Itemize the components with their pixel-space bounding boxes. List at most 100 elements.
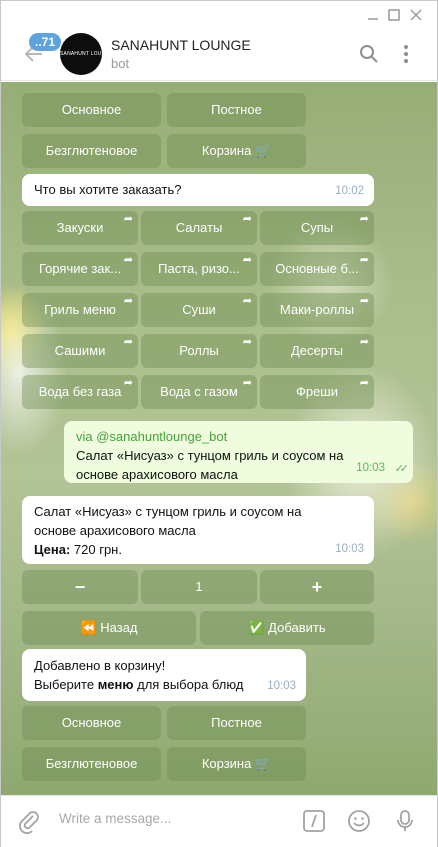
back-kb-button[interactable]: ⏪ Назад <box>22 611 196 645</box>
kb-button-lenten[interactable]: Постное <box>167 93 306 127</box>
share-arrow-icon: ➦ <box>123 295 133 307</box>
search-button[interactable] <box>358 43 380 65</box>
message-incoming: Салат «Нисуаз» с тунцом гриль и соусом н… <box>22 496 374 564</box>
kb-button-category[interactable]: Паста, ризо... ➦ <box>141 252 257 286</box>
kb-button-category[interactable]: Закуски ➦ <box>22 211 138 245</box>
kb-button-category[interactable]: Горячие зак... ➦ <box>22 252 138 286</box>
kb-button-category[interactable]: Супы ➦ <box>260 211 374 245</box>
kb-button-category[interactable]: Маки-роллы ➦ <box>260 293 374 327</box>
share-arrow-icon: ➦ <box>242 377 252 389</box>
kb-button-category[interactable]: Суши ➦ <box>141 293 257 327</box>
kb-label: Маки-роллы <box>279 302 355 317</box>
kb-label: Вода с газом <box>160 384 238 399</box>
chat-subtitle: bot <box>111 56 130 71</box>
kb-label: Фреши <box>295 384 339 399</box>
kb-button-main[interactable]: Основное <box>22 706 161 740</box>
message-incoming: Что вы хотите заказать? 10:02 <box>22 174 374 206</box>
message-time: 10:03 <box>335 543 364 555</box>
message-line: Салат «Нисуаз» с тунцом гриль и соусом н… <box>34 504 302 519</box>
emoji-button[interactable] <box>346 808 372 834</box>
kb-button-category[interactable]: Сашими ➦ <box>22 334 138 368</box>
smiley-icon <box>348 810 370 832</box>
kb-label: Паста, ризо... <box>158 261 240 276</box>
kb-label: Вода без газа <box>38 384 122 399</box>
kb-button-gluten-free[interactable]: Безглютеновое <box>22 134 161 168</box>
price-label: Цена: <box>34 542 71 557</box>
search-icon <box>360 45 378 63</box>
kb-button-main[interactable]: Основное <box>22 93 161 127</box>
kb-button-category[interactable]: Роллы ➦ <box>141 334 257 368</box>
message-text: Что вы хотите заказать? <box>34 182 182 197</box>
minimize-icon <box>368 18 378 20</box>
message-line: основе арахисового масла <box>76 467 238 482</box>
menu-keyword: меню <box>97 677 134 692</box>
kb-button-cart[interactable]: Корзина 🛒 <box>167 747 306 781</box>
kb-button-category[interactable]: Основные б... ➦ <box>260 252 374 286</box>
voice-message-button[interactable] <box>392 808 418 834</box>
kb-label: Гриль меню <box>44 302 116 317</box>
message-outgoing: via @sanahuntlounge_bot Салат «Нисуаз» с… <box>64 421 413 483</box>
kb-button-category[interactable]: Салаты ➦ <box>141 211 257 245</box>
kb-label: Салаты <box>175 220 223 235</box>
kb-label: Десерты <box>290 343 343 358</box>
share-arrow-icon: ➦ <box>242 295 252 307</box>
bot-commands-button[interactable] <box>301 808 327 834</box>
compose-bar: Write a message... <box>1 795 437 847</box>
kb-button-category[interactable]: Гриль меню ➦ <box>22 293 138 327</box>
maximize-icon <box>388 9 400 21</box>
kb-label: Супы <box>300 220 334 235</box>
kb-label: Закуски <box>56 220 104 235</box>
kb-button-category[interactable]: Вода без газа ➦ <box>22 375 138 409</box>
kb-label: Основные б... <box>275 261 359 276</box>
share-arrow-icon: ➦ <box>359 336 369 348</box>
quantity-value[interactable]: 1 <box>141 570 257 604</box>
message-text: для выбора блюд <box>133 677 244 692</box>
kb-button-cart[interactable]: Корзина 🛒 <box>167 134 306 168</box>
share-arrow-icon: ➦ <box>242 336 252 348</box>
kb-button-lenten[interactable]: Постное <box>167 706 306 740</box>
message-line: Салат «Нисуаз» с тунцом гриль и соусом н… <box>76 448 344 463</box>
via-bot-label[interactable]: via @sanahuntlounge_bot <box>76 427 401 446</box>
message-input[interactable]: Write a message... <box>59 811 171 826</box>
kb-button-gluten-free[interactable]: Безглютеновое <box>22 747 161 781</box>
kb-label: Сашими <box>54 343 106 358</box>
message-time: 10:03 <box>267 680 296 692</box>
kb-label: Суши <box>182 302 216 317</box>
more-menu-button[interactable] <box>395 43 417 65</box>
message-time: 10:03 <box>356 462 385 474</box>
message-time: 10:02 <box>335 185 364 197</box>
slash-command-icon <box>303 810 325 832</box>
chat-area[interactable]: Основное Постное Безглютеновое Корзина 🛒… <box>1 82 437 795</box>
chat-title[interactable]: SANAHUNT LOUNGE <box>111 37 251 53</box>
decrease-quantity-button[interactable]: − <box>22 570 138 604</box>
add-to-cart-button[interactable]: ✅ Добавить <box>200 611 374 645</box>
message-line: Выберите меню для выбора блюд <box>34 675 294 694</box>
double-check-icon: ✓✓ <box>394 463 410 475</box>
kb-button-category[interactable]: Фреши ➦ <box>260 375 374 409</box>
microphone-icon <box>397 810 413 831</box>
title-bar <box>1 1 437 29</box>
close-icon <box>410 9 422 21</box>
close-button[interactable] <box>406 5 426 25</box>
minimize-button[interactable] <box>363 5 383 25</box>
message-line: основе арахисового масла <box>34 523 196 538</box>
paperclip-icon <box>19 811 39 834</box>
message-incoming: Добавлено в корзину! Выберите меню для в… <box>22 649 306 701</box>
message-line: Добавлено в корзину! <box>34 658 166 673</box>
maximize-button[interactable] <box>384 5 404 25</box>
share-arrow-icon: ➦ <box>123 213 133 225</box>
kb-button-category[interactable]: Вода с газом ➦ <box>141 375 257 409</box>
price-value: 720 грн. <box>70 542 122 557</box>
share-arrow-icon: ➦ <box>242 254 252 266</box>
avatar[interactable]: SANAHUNT LOUNGE <box>60 33 102 75</box>
share-arrow-icon: ➦ <box>123 336 133 348</box>
share-arrow-icon: ➦ <box>359 295 369 307</box>
telegram-window: ..71 SANAHUNT LOUNGE SANAHUNT LOUNGE bot… <box>0 0 438 847</box>
message-text: Выберите <box>34 677 98 692</box>
attach-button[interactable] <box>16 808 42 834</box>
increase-quantity-button[interactable]: + <box>260 570 374 604</box>
share-arrow-icon: ➦ <box>242 213 252 225</box>
kb-button-category[interactable]: Десерты ➦ <box>260 334 374 368</box>
chat-header: ..71 SANAHUNT LOUNGE SANAHUNT LOUNGE bot <box>1 29 437 81</box>
kb-label: Горячие зак... <box>38 261 122 276</box>
